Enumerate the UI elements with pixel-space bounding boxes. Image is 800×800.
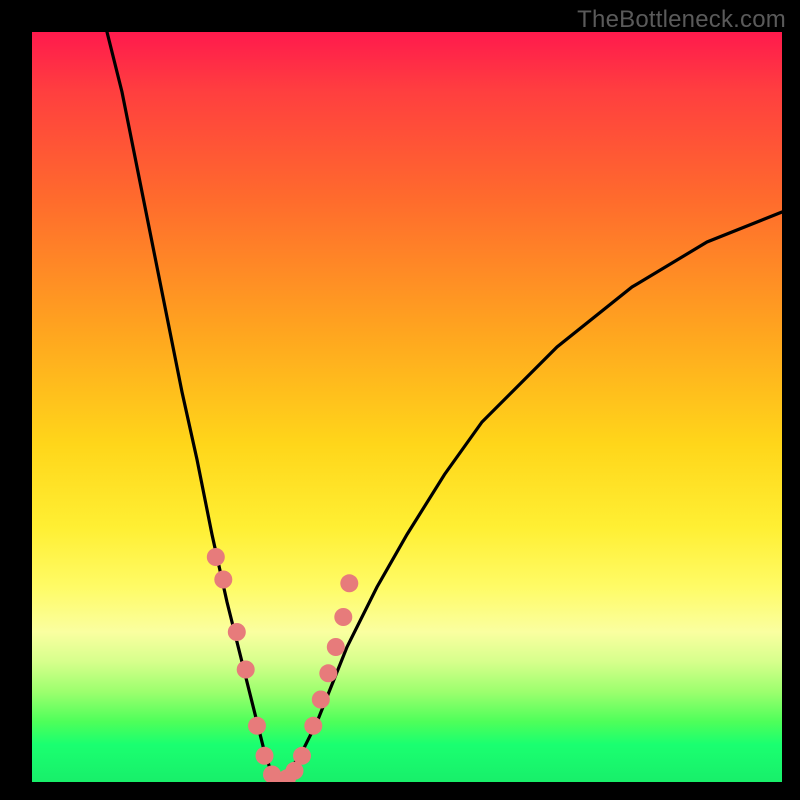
curve-marker [237,661,255,679]
curve-marker [256,747,274,765]
outer-frame: TheBottleneck.com [0,0,800,800]
curve-marker [248,717,266,735]
curve-marker [214,571,232,589]
curve-marker [207,548,225,566]
curve-marker [327,638,345,656]
chart-svg [32,32,782,782]
curve-layer [107,32,782,782]
bottleneck-curve [107,32,782,782]
watermark-text: TheBottleneck.com [577,6,786,34]
curve-marker [312,691,330,709]
curve-marker [304,717,322,735]
curve-marker [228,623,246,641]
marker-layer [207,548,358,782]
curve-marker [293,747,311,765]
curve-marker [334,608,352,626]
curve-marker [340,574,358,592]
curve-marker [319,664,337,682]
plot-area [32,32,782,782]
